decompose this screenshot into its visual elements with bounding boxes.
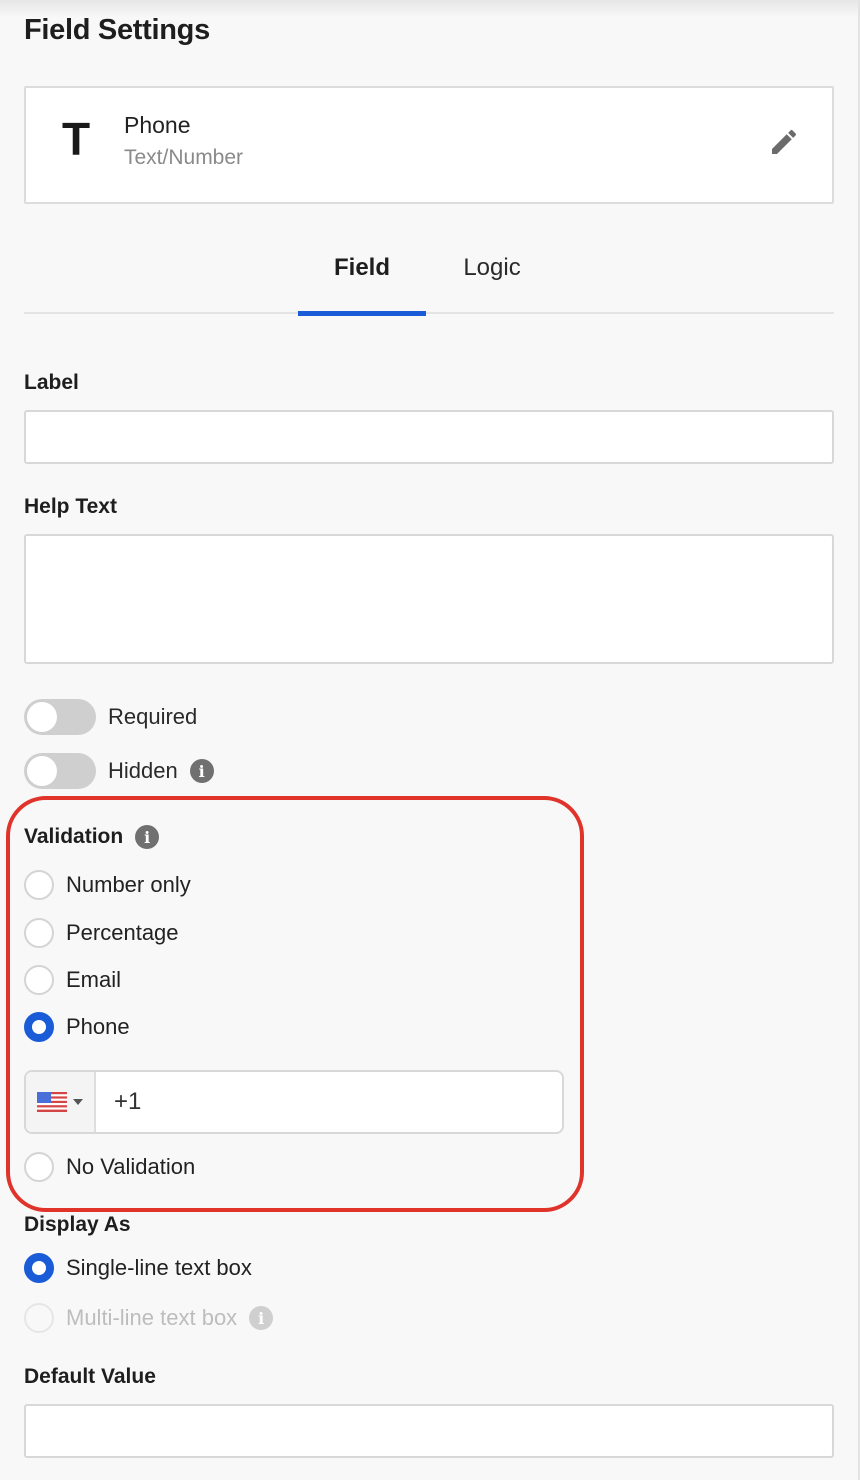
info-icon[interactable]: i xyxy=(189,759,214,783)
tab-logic[interactable]: Logic xyxy=(444,240,540,314)
validation-option-email[interactable]: Email xyxy=(24,964,121,996)
field-summary-card: T Phone Text/Number xyxy=(24,86,834,204)
hidden-toggle[interactable] xyxy=(24,753,96,789)
country-code-select[interactable] xyxy=(26,1072,96,1132)
field-name: Phone xyxy=(124,112,191,138)
field-type: Text/Number xyxy=(124,146,244,169)
hidden-label: Hidden xyxy=(108,758,178,783)
label-heading: Label xyxy=(24,371,79,394)
display-option-multi-line: Multi-line text box i xyxy=(24,1302,274,1334)
radio-button[interactable] xyxy=(24,965,54,995)
validation-option-no-validation[interactable]: No Validation xyxy=(24,1151,195,1183)
radio-label: Percentage xyxy=(66,920,179,945)
label-input[interactable] xyxy=(24,410,834,464)
required-toggle[interactable] xyxy=(24,699,96,735)
validation-option-percentage[interactable]: Percentage xyxy=(24,917,179,949)
display-as-heading: Display As xyxy=(24,1213,131,1236)
display-option-single-line[interactable]: Single-line text box xyxy=(24,1252,252,1284)
radio-button[interactable] xyxy=(24,870,54,900)
validation-heading: Validation xyxy=(24,825,124,848)
help-text-heading: Help Text xyxy=(24,495,117,518)
radio-label: Single-line text box xyxy=(66,1255,252,1280)
text-type-icon: T xyxy=(62,113,91,165)
radio-button-disabled xyxy=(24,1303,54,1333)
validation-heading-row: Validation i xyxy=(24,825,160,849)
phone-input-group xyxy=(24,1070,564,1134)
validation-option-phone[interactable]: Phone xyxy=(24,1011,130,1043)
pencil-icon[interactable] xyxy=(768,126,800,158)
radio-label: No Validation xyxy=(66,1154,196,1179)
settings-tabs: Field Logic xyxy=(24,240,834,316)
phone-number-input[interactable] xyxy=(96,1072,562,1132)
required-toggle-row: Required xyxy=(24,699,197,735)
tab-field[interactable]: Field xyxy=(298,240,426,316)
default-value-input[interactable] xyxy=(24,1404,834,1458)
page-title: Field Settings xyxy=(24,14,210,46)
hidden-toggle-row: Hidden i xyxy=(24,753,214,789)
info-icon[interactable]: i xyxy=(135,825,160,849)
radio-button-checked[interactable] xyxy=(24,1012,54,1042)
validation-highlight xyxy=(6,796,584,1212)
chevron-down-icon xyxy=(73,1099,83,1105)
radio-button-checked[interactable] xyxy=(24,1253,54,1283)
default-value-heading: Default Value xyxy=(24,1365,156,1388)
radio-button[interactable] xyxy=(24,1152,54,1182)
radio-label: Number only xyxy=(66,872,191,897)
us-flag-icon xyxy=(37,1092,67,1112)
info-icon[interactable]: i xyxy=(249,1306,274,1330)
radio-label: Phone xyxy=(66,1014,130,1039)
help-text-input[interactable] xyxy=(24,534,834,664)
radio-label: Email xyxy=(66,967,122,992)
validation-option-number-only[interactable]: Number only xyxy=(24,869,191,901)
radio-label: Multi-line text box xyxy=(66,1305,238,1330)
radio-button[interactable] xyxy=(24,918,54,948)
required-label: Required xyxy=(108,704,198,729)
